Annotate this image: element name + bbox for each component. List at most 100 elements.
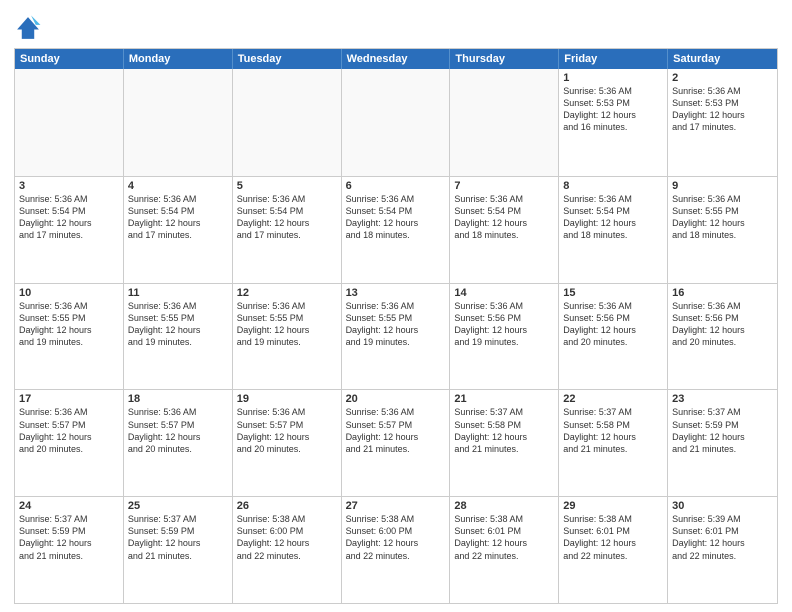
day-info: Sunrise: 5:37 AM Sunset: 5:59 PM Dayligh… [19, 513, 119, 562]
day-info: Sunrise: 5:36 AM Sunset: 5:54 PM Dayligh… [128, 193, 228, 242]
calendar-cell: 7Sunrise: 5:36 AM Sunset: 5:54 PM Daylig… [450, 177, 559, 283]
day-number: 8 [563, 180, 663, 192]
day-number: 28 [454, 500, 554, 512]
day-info: Sunrise: 5:36 AM Sunset: 5:54 PM Dayligh… [454, 193, 554, 242]
day-info: Sunrise: 5:36 AM Sunset: 5:54 PM Dayligh… [346, 193, 446, 242]
day-number: 22 [563, 393, 663, 405]
calendar: SundayMondayTuesdayWednesdayThursdayFrid… [14, 48, 778, 604]
calendar-cell: 12Sunrise: 5:36 AM Sunset: 5:55 PM Dayli… [233, 284, 342, 390]
calendar-cell: 4Sunrise: 5:36 AM Sunset: 5:54 PM Daylig… [124, 177, 233, 283]
calendar-row-2: 3 Sunrise: 5:36 AM Sunset: 5:54 PM Daylig… [15, 176, 777, 283]
calendar-cell: 6Sunrise: 5:36 AM Sunset: 5:54 PM Daylig… [342, 177, 451, 283]
day-number: 26 [237, 500, 337, 512]
calendar-cell: 19Sunrise: 5:36 AM Sunset: 5:57 PM Dayli… [233, 390, 342, 496]
day-number: 4 [128, 180, 228, 192]
day-info: Sunrise: 5:38 AM Sunset: 6:01 PM Dayligh… [454, 513, 554, 562]
weekday-header-wednesday: Wednesday [342, 49, 451, 69]
calendar-cell [15, 69, 124, 176]
calendar-row-3: 10Sunrise: 5:36 AM Sunset: 5:55 PM Dayli… [15, 283, 777, 390]
day-number: 30 [672, 500, 773, 512]
calendar-body: 1Sunrise: 5:36 AM Sunset: 5:53 PM Daylig… [15, 69, 777, 603]
calendar-cell: 5Sunrise: 5:36 AM Sunset: 5:54 PM Daylig… [233, 177, 342, 283]
calendar-cell: 15Sunrise: 5:36 AM Sunset: 5:56 PM Dayli… [559, 284, 668, 390]
calendar-cell: 29Sunrise: 5:38 AM Sunset: 6:01 PM Dayli… [559, 497, 668, 603]
day-info: Sunrise: 5:38 AM Sunset: 6:00 PM Dayligh… [237, 513, 337, 562]
day-number: 27 [346, 500, 446, 512]
calendar-cell: 11Sunrise: 5:36 AM Sunset: 5:55 PM Dayli… [124, 284, 233, 390]
day-info: Sunrise: 5:36 AM Sunset: 5:57 PM Dayligh… [128, 406, 228, 455]
calendar-cell: 10Sunrise: 5:36 AM Sunset: 5:55 PM Dayli… [15, 284, 124, 390]
day-info: Sunrise: 5:36 AM Sunset: 5:55 PM Dayligh… [128, 300, 228, 349]
calendar-cell: 14Sunrise: 5:36 AM Sunset: 5:56 PM Dayli… [450, 284, 559, 390]
day-info: Sunrise: 5:36 AM Sunset: 5:57 PM Dayligh… [19, 406, 119, 455]
calendar-cell: 3Sunrise: 5:36 AM Sunset: 5:54 PM Daylig… [15, 177, 124, 283]
calendar-row-4: 17Sunrise: 5:36 AM Sunset: 5:57 PM Dayli… [15, 389, 777, 496]
calendar-cell: 26Sunrise: 5:38 AM Sunset: 6:00 PM Dayli… [233, 497, 342, 603]
day-number: 20 [346, 393, 446, 405]
day-number: 17 [19, 393, 119, 405]
weekday-header-friday: Friday [559, 49, 668, 69]
day-info: Sunrise: 5:36 AM Sunset: 5:56 PM Dayligh… [563, 300, 663, 349]
day-number: 15 [563, 287, 663, 299]
day-info: Sunrise: 5:36 AM Sunset: 5:54 PM Dayligh… [237, 193, 337, 242]
day-number: 6 [346, 180, 446, 192]
day-info: Sunrise: 5:36 AM Sunset: 5:53 PM Dayligh… [563, 85, 663, 134]
calendar-cell [124, 69, 233, 176]
day-info: Sunrise: 5:36 AM Sunset: 5:57 PM Dayligh… [346, 406, 446, 455]
day-info: Sunrise: 5:38 AM Sunset: 6:00 PM Dayligh… [346, 513, 446, 562]
day-number: 1 [563, 72, 663, 84]
weekday-header-monday: Monday [124, 49, 233, 69]
page-container: SundayMondayTuesdayWednesdayThursdayFrid… [0, 0, 792, 612]
day-number: 18 [128, 393, 228, 405]
calendar-cell: 22Sunrise: 5:37 AM Sunset: 5:58 PM Dayli… [559, 390, 668, 496]
day-number: 29 [563, 500, 663, 512]
day-info: Sunrise: 5:36 AM Sunset: 5:56 PM Dayligh… [672, 300, 773, 349]
calendar-header: SundayMondayTuesdayWednesdayThursdayFrid… [15, 49, 777, 69]
day-number: 24 [19, 500, 119, 512]
calendar-cell [450, 69, 559, 176]
day-number: 9 [672, 180, 773, 192]
day-number: 23 [672, 393, 773, 405]
calendar-cell: 21Sunrise: 5:37 AM Sunset: 5:58 PM Dayli… [450, 390, 559, 496]
logo-icon [14, 14, 42, 42]
day-number: 13 [346, 287, 446, 299]
calendar-cell: 8Sunrise: 5:36 AM Sunset: 5:54 PM Daylig… [559, 177, 668, 283]
day-number: 2 [672, 72, 773, 84]
day-number: 16 [672, 287, 773, 299]
day-info: Sunrise: 5:37 AM Sunset: 5:58 PM Dayligh… [563, 406, 663, 455]
calendar-cell: 20Sunrise: 5:36 AM Sunset: 5:57 PM Dayli… [342, 390, 451, 496]
day-info: Sunrise: 5:36 AM Sunset: 5:55 PM Dayligh… [672, 193, 773, 242]
day-number: 14 [454, 287, 554, 299]
day-info: Sunrise: 5:36 AM Sunset: 5:53 PM Dayligh… [672, 85, 773, 134]
calendar-cell: 25Sunrise: 5:37 AM Sunset: 5:59 PM Dayli… [124, 497, 233, 603]
calendar-cell: 23Sunrise: 5:37 AM Sunset: 5:59 PM Dayli… [668, 390, 777, 496]
day-number: 7 [454, 180, 554, 192]
day-info: Sunrise: 5:36 AM Sunset: 5:54 PM Dayligh… [563, 193, 663, 242]
day-info: Sunrise: 5:36 AM Sunset: 5:56 PM Dayligh… [454, 300, 554, 349]
calendar-cell: 30Sunrise: 5:39 AM Sunset: 6:01 PM Dayli… [668, 497, 777, 603]
weekday-header-tuesday: Tuesday [233, 49, 342, 69]
day-info: Sunrise: 5:36 AM Sunset: 5:55 PM Dayligh… [237, 300, 337, 349]
day-info: Sunrise: 5:37 AM Sunset: 5:59 PM Dayligh… [128, 513, 228, 562]
day-number: 3 [19, 180, 119, 192]
day-info: Sunrise: 5:36 AM Sunset: 5:55 PM Dayligh… [346, 300, 446, 349]
weekday-header-saturday: Saturday [668, 49, 777, 69]
day-info: Sunrise: 5:36 AM Sunset: 5:55 PM Dayligh… [19, 300, 119, 349]
calendar-cell: 16Sunrise: 5:36 AM Sunset: 5:56 PM Dayli… [668, 284, 777, 390]
day-info: Sunrise: 5:37 AM Sunset: 5:58 PM Dayligh… [454, 406, 554, 455]
day-info: Sunrise: 5:39 AM Sunset: 6:01 PM Dayligh… [672, 513, 773, 562]
day-number: 11 [128, 287, 228, 299]
calendar-cell [342, 69, 451, 176]
calendar-cell: 28Sunrise: 5:38 AM Sunset: 6:01 PM Dayli… [450, 497, 559, 603]
calendar-cell: 24Sunrise: 5:37 AM Sunset: 5:59 PM Dayli… [15, 497, 124, 603]
calendar-cell: 9Sunrise: 5:36 AM Sunset: 5:55 PM Daylig… [668, 177, 777, 283]
day-number: 12 [237, 287, 337, 299]
day-info: Sunrise: 5:36 AM Sunset: 5:57 PM Dayligh… [237, 406, 337, 455]
calendar-cell: 27Sunrise: 5:38 AM Sunset: 6:00 PM Dayli… [342, 497, 451, 603]
day-number: 10 [19, 287, 119, 299]
calendar-row-5: 24Sunrise: 5:37 AM Sunset: 5:59 PM Dayli… [15, 496, 777, 603]
weekday-header-thursday: Thursday [450, 49, 559, 69]
calendar-cell: 2Sunrise: 5:36 AM Sunset: 5:53 PM Daylig… [668, 69, 777, 176]
day-number: 21 [454, 393, 554, 405]
header [14, 10, 778, 42]
